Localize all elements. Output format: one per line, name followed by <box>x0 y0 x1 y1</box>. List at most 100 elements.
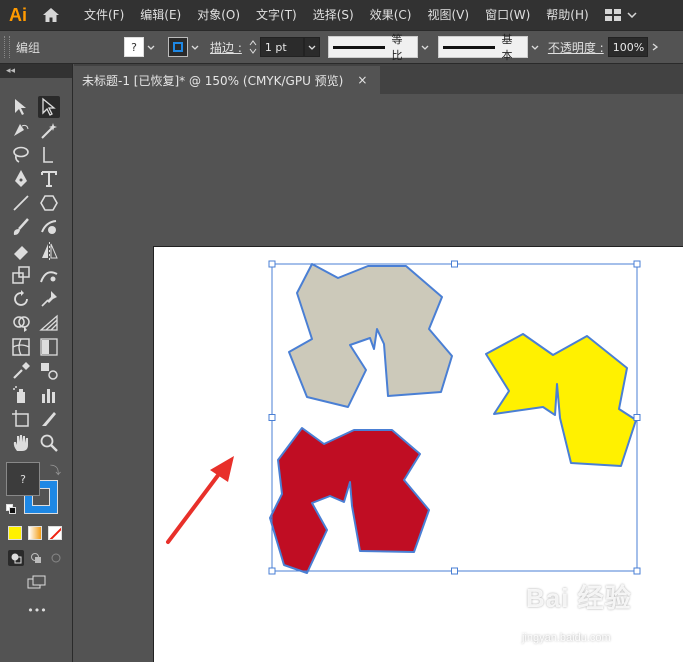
gradient-tool-icon[interactable] <box>38 336 60 358</box>
menu-view[interactable]: 视图(V) <box>419 0 477 30</box>
workspace-switcher[interactable] <box>604 0 637 30</box>
red-shape[interactable] <box>269 427 430 574</box>
document-tab-bar: 未标题-1 [已恢复]* @ 150% (CMYK/GPU 预览) × <box>74 64 683 94</box>
selection-handle[interactable] <box>268 414 276 421</box>
selection-handle[interactable] <box>268 567 276 575</box>
mesh-tool-icon[interactable] <box>10 336 32 358</box>
menu-window[interactable]: 窗口(W) <box>477 0 538 30</box>
selection-handle[interactable] <box>633 414 641 421</box>
menu-file[interactable]: 文件(F) <box>76 0 132 30</box>
stroke-dropdown[interactable] <box>188 37 202 57</box>
chevron-down-icon <box>308 45 316 50</box>
menu-type[interactable]: 文字(T) <box>248 0 305 30</box>
more-tools-button[interactable]: ••• <box>26 604 48 617</box>
fill-color-box[interactable]: ? <box>6 462 40 496</box>
gray-shape[interactable] <box>288 263 453 408</box>
control-bar-grip[interactable] <box>4 36 10 58</box>
type-tool-icon[interactable] <box>38 168 60 190</box>
hand-tool-icon[interactable] <box>10 432 32 454</box>
eyedropper-tool-icon[interactable] <box>10 360 32 382</box>
stroke-weight-stepper[interactable] <box>246 36 260 58</box>
tools-panel-header[interactable]: ◂◂ <box>0 64 72 78</box>
menu-object[interactable]: 对象(O) <box>189 0 248 30</box>
stroke-weight-dropdown[interactable] <box>303 37 320 57</box>
pin-icon[interactable] <box>38 288 60 310</box>
none-mode-button[interactable] <box>48 526 62 540</box>
home-icon[interactable] <box>36 0 66 30</box>
opacity-label[interactable]: 不透明度 : <box>548 39 604 56</box>
variable-width-profile[interactable]: 等比 <box>327 33 418 62</box>
watermark-url: jingyan.baidu.com <box>522 632 611 644</box>
artwork-layer <box>166 260 641 575</box>
fill-value: ? <box>20 472 26 486</box>
direct-select-arrow-icon[interactable] <box>38 144 60 166</box>
pen-tool-icon[interactable] <box>10 168 32 190</box>
shape-builder-tool-icon[interactable] <box>10 312 32 334</box>
workspace-grid-icon <box>604 9 621 21</box>
stroke-swatch[interactable] <box>168 37 188 57</box>
stroke-label[interactable]: 描边 : <box>210 39 242 56</box>
opacity-field[interactable]: 100% <box>607 37 648 57</box>
selection-handle[interactable] <box>633 567 641 575</box>
selection-handle[interactable] <box>451 260 458 268</box>
draw-normal-icon[interactable] <box>8 550 24 566</box>
default-colors-icon[interactable] <box>6 504 16 514</box>
watermark: Bai 经验 jingyan.baidu.com <box>520 578 680 658</box>
menu-bar: Ai 文件(F) 编辑(E) 对象(O) 文字(T) 选择(S) 效果(C) 视… <box>0 0 683 30</box>
rotate-tool-icon[interactable] <box>10 288 32 310</box>
menu-effect[interactable]: 效果(C) <box>362 0 420 30</box>
perspective-grid-tool-icon[interactable] <box>38 312 60 334</box>
polygon-tool-icon[interactable] <box>38 192 60 214</box>
chevron-down-icon <box>627 12 637 18</box>
line-segment-tool-icon[interactable] <box>10 192 32 214</box>
eraser-tool-icon[interactable] <box>10 240 32 262</box>
menu-help[interactable]: 帮助(H) <box>538 0 596 30</box>
menu-select[interactable]: 选择(S) <box>305 0 362 30</box>
swap-fill-stroke-icon[interactable]: ⤵ <box>50 462 61 478</box>
chevron-down-icon <box>421 45 429 50</box>
document-tab[interactable]: 未标题-1 [已恢复]* @ 150% (CMYK/GPU 预览) × <box>74 66 380 94</box>
selection-handle[interactable] <box>268 260 276 268</box>
document-tab-title: 未标题-1 [已恢复]* @ 150% (CMYK/GPU 预览) <box>82 73 344 88</box>
fill-dropdown[interactable] <box>144 37 158 57</box>
close-icon[interactable]: × <box>357 73 367 87</box>
selection-handle[interactable] <box>633 260 641 268</box>
selection-handle[interactable] <box>451 567 458 575</box>
direct-selection-tool-icon[interactable] <box>38 96 60 118</box>
zoom-tool-icon[interactable] <box>38 432 60 454</box>
screen-mode-icon[interactable] <box>26 574 48 590</box>
free-transform-tool-icon[interactable] <box>10 264 32 286</box>
slice-tool-icon[interactable] <box>38 408 60 430</box>
puppet-warp-tool-icon[interactable] <box>38 264 60 286</box>
red-arrow <box>166 456 234 544</box>
draw-behind-icon[interactable] <box>28 550 44 566</box>
blend-tool-icon[interactable] <box>38 360 60 382</box>
chevron-down-icon <box>531 45 539 50</box>
shaper-tool-icon[interactable] <box>38 216 60 238</box>
draw-inside-icon[interactable] <box>48 550 64 566</box>
reflect-tool-icon[interactable] <box>38 240 60 262</box>
variable-width-dropdown[interactable] <box>418 37 432 57</box>
symbol-sprayer-tool-icon[interactable] <box>10 384 32 406</box>
fill-swatch[interactable]: ? <box>124 37 144 57</box>
magic-wand-tool-icon[interactable] <box>38 120 60 142</box>
yellow-shape[interactable] <box>485 333 637 467</box>
gradient-mode-button[interactable] <box>28 526 42 540</box>
brush-dropdown[interactable] <box>528 37 542 57</box>
lasso-tool-icon[interactable] <box>10 144 32 166</box>
control-bar: 编组 ? 描边 : 1 pt 等比 基本 不透明度 : 100% <box>0 30 683 64</box>
column-graph-tool-icon[interactable] <box>38 384 60 406</box>
app-logo: Ai <box>9 4 27 25</box>
stroke-weight-field[interactable]: 1 pt <box>259 37 304 57</box>
color-mode-button[interactable] <box>8 526 22 540</box>
opacity-arrow[interactable] <box>648 37 662 57</box>
menu-edit[interactable]: 编辑(E) <box>132 0 189 30</box>
selection-tool-icon[interactable] <box>10 96 32 118</box>
canvas[interactable]: Bai 经验 jingyan.baidu.com <box>74 94 683 662</box>
brush-definition[interactable]: 基本 <box>437 33 528 62</box>
chevron-down-icon <box>147 45 155 50</box>
artboard-tool-icon[interactable] <box>10 408 32 430</box>
curvature-pen-tool-icon[interactable] <box>10 120 32 142</box>
watermark-brand: Bai 经验 <box>526 583 632 613</box>
paintbrush-tool-icon[interactable] <box>10 216 32 238</box>
